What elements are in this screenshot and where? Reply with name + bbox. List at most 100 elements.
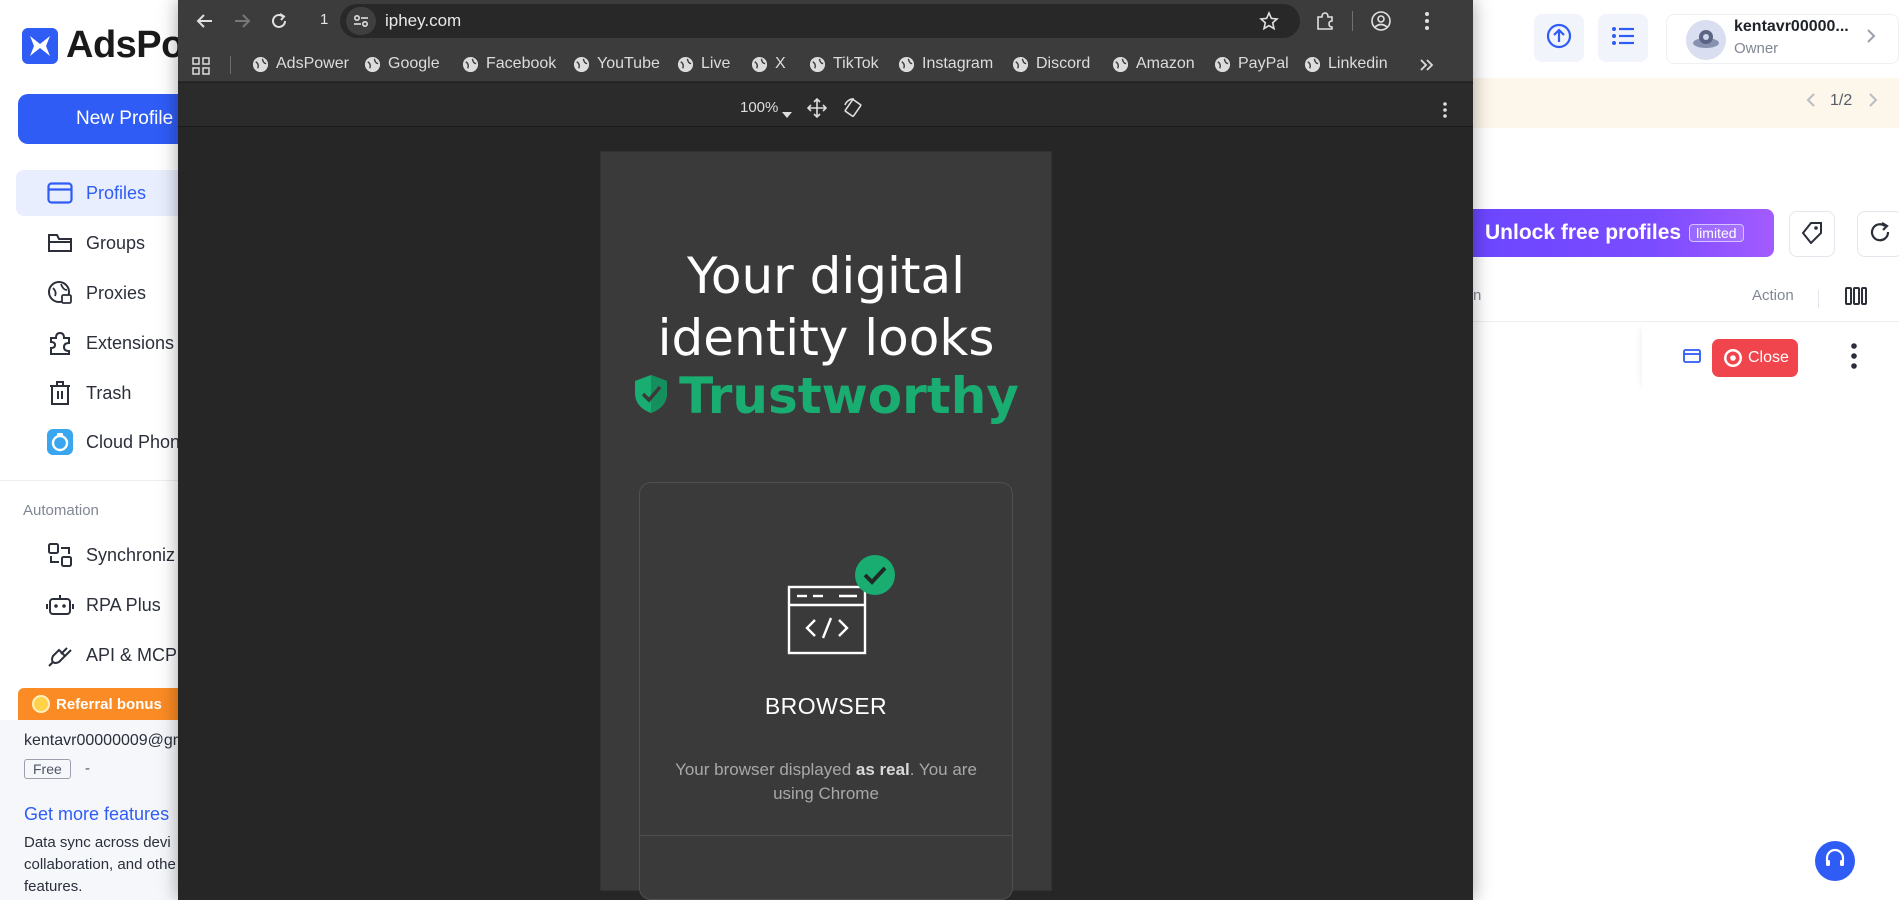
plug-icon	[46, 641, 74, 669]
globe-icon	[1304, 56, 1321, 72]
refresh-button[interactable]	[1857, 211, 1899, 257]
url-text[interactable]: iphey.com	[385, 11, 461, 31]
browser-code-icon	[785, 553, 897, 662]
bookmark-facebook[interactable]: Facebook	[462, 55, 556, 73]
tab-counter: 1	[320, 11, 329, 28]
forward-icon[interactable]	[229, 8, 255, 34]
headline-line-2: identity looks	[657, 309, 995, 367]
trash-icon	[46, 379, 74, 407]
avatar	[1686, 20, 1726, 60]
referral-bonus-banner[interactable]: Referral bonus	[18, 688, 180, 720]
get-more-features-link[interactable]: Get more features	[24, 804, 169, 825]
bookmark-youtube[interactable]: YouTube	[573, 55, 660, 73]
upload-cloud-icon	[1545, 22, 1573, 55]
sidebar-divider	[0, 480, 180, 481]
sidebar-item-groups[interactable]: Groups	[16, 220, 180, 266]
sidebar-item-rpa-plus[interactable]: RPA Plus	[16, 582, 180, 628]
site-info-icon[interactable]	[346, 7, 376, 35]
apps-grid-icon[interactable]	[192, 57, 210, 80]
bookmark-adspower[interactable]: AdsPower	[252, 55, 349, 73]
column-header-partial: n	[1473, 287, 1482, 304]
sidebar-item-label: Synchroniz	[86, 544, 176, 565]
sidebar-item-label: Cloud Phon	[86, 431, 180, 452]
plan-badge: Free	[24, 759, 71, 779]
close-browser-button[interactable]: Close	[1712, 339, 1798, 377]
bookmark-star-icon[interactable]	[1256, 8, 1282, 34]
adspower-sidebar: AdsPo New Profile Profiles Groups Proxie…	[0, 0, 180, 900]
sidebar-item-profiles[interactable]: Profiles	[16, 170, 180, 216]
adspower-main-panel	[1473, 0, 1899, 900]
bookmark-tiktok[interactable]: TikTok	[809, 55, 879, 73]
column-settings-icon[interactable]	[1845, 286, 1867, 311]
sidebar-item-label: Proxies	[86, 282, 147, 303]
more-options-icon[interactable]	[1850, 342, 1858, 375]
card-description: Your browser displayed as real. You are …	[675, 760, 977, 803]
verdict-text: Trustworthy	[679, 367, 1019, 425]
card-divider	[639, 835, 1013, 836]
bookmark-amazon[interactable]: Amazon	[1112, 55, 1195, 73]
sidebar-item-trash[interactable]: Trash	[16, 370, 180, 416]
profiles-icon	[46, 179, 74, 207]
new-profile-button[interactable]: New Profile	[18, 94, 180, 144]
task-list-button[interactable]	[1598, 14, 1648, 62]
bookmark-x[interactable]: X	[751, 55, 786, 73]
sidebar-item-proxies[interactable]: Proxies	[16, 270, 180, 316]
robot-icon	[46, 591, 74, 619]
bookmark-live[interactable]: Live	[677, 55, 730, 73]
reload-icon[interactable]	[266, 8, 292, 34]
sidebar-item-cloud-phone[interactable]: Cloud Phon	[16, 419, 180, 465]
username: kentavr00000...	[1734, 18, 1849, 35]
list-icon	[1610, 24, 1636, 53]
headline-line-1: Your digital	[686, 247, 966, 305]
sidebar-item-label: RPA Plus	[86, 594, 161, 615]
support-chat-button[interactable]	[1815, 841, 1855, 881]
globe-icon	[1214, 56, 1231, 72]
extensions-icon[interactable]	[1312, 8, 1338, 34]
rotate-icon[interactable]	[842, 97, 864, 124]
account-email: kentavr00000009@gr	[24, 732, 179, 749]
unlock-free-profiles-banner[interactable]: Unlock free profiles limited	[1473, 209, 1774, 257]
verdict: Trustworthy	[600, 367, 1052, 425]
fit-page-icon[interactable]	[806, 97, 828, 123]
sync-icon	[46, 541, 74, 569]
shield-check-icon	[633, 373, 669, 420]
zoom-dropdown-icon[interactable]	[782, 105, 792, 123]
pager-next-icon[interactable]	[1868, 92, 1878, 113]
limited-badge: limited	[1689, 224, 1744, 242]
viewer-menu-icon[interactable]	[1442, 101, 1448, 124]
address-bar[interactable]	[340, 4, 1300, 38]
globe-icon	[252, 56, 269, 72]
referral-bonus-label: Referral bonus	[56, 695, 162, 713]
zoom-level[interactable]: 100%	[740, 99, 778, 116]
globe-icon	[573, 56, 590, 72]
bookmark-linkedin[interactable]: Linkedin	[1304, 55, 1388, 73]
more-bookmarks-icon[interactable]	[1419, 58, 1435, 77]
back-icon[interactable]	[192, 8, 218, 34]
upload-sync-button[interactable]	[1534, 14, 1584, 62]
globe-icon	[462, 56, 479, 72]
sidebar-item-api-mcp[interactable]: API & MCP	[16, 632, 180, 678]
globe-icon	[1112, 56, 1129, 72]
toolbar-divider	[1352, 11, 1353, 31]
sidebar-item-label: Extensions	[86, 332, 175, 353]
bookmark-discord[interactable]: Discord	[1012, 55, 1090, 73]
sidebar-item-synchronizer[interactable]: Synchroniz	[16, 532, 180, 578]
sidebar-item-label: API & MCP	[86, 644, 178, 665]
globe-icon	[677, 56, 694, 72]
sidebar-item-extensions[interactable]: Extensions	[16, 320, 180, 366]
tag-button[interactable]	[1789, 211, 1835, 257]
plan-suffix: -	[85, 760, 90, 777]
browser-menu-icon[interactable]	[1414, 8, 1440, 34]
more-features-description: Data sync across devi collaboration, and…	[24, 834, 176, 895]
bookmark-google[interactable]: Google	[364, 55, 440, 73]
bookmark-paypal[interactable]: PayPal	[1214, 55, 1289, 73]
sidebar-item-label: Trash	[86, 382, 132, 403]
pager-prev-icon[interactable]	[1806, 92, 1816, 113]
profile-icon[interactable]	[1368, 8, 1394, 34]
adspower-logo-text: AdsPo	[66, 24, 180, 66]
column-header-action: Action	[1752, 287, 1794, 304]
bookmark-instagram[interactable]: Instagram	[898, 55, 993, 73]
open-window-icon[interactable]	[1683, 348, 1701, 369]
bookmarks-separator	[230, 56, 231, 74]
table-header	[1473, 276, 1899, 322]
